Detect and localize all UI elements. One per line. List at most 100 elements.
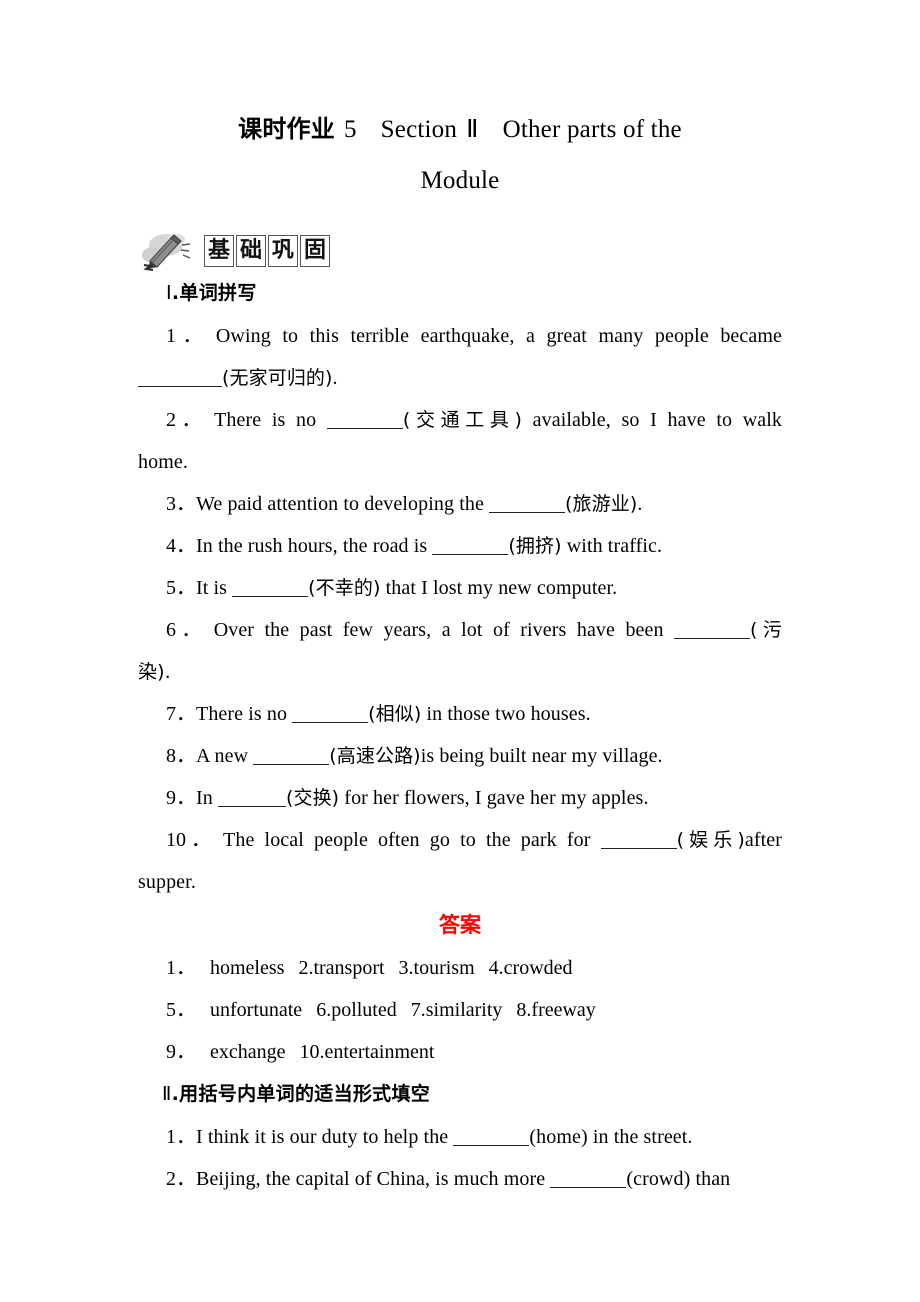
title-subject-line1: Other parts of the xyxy=(502,116,682,143)
answer-blank[interactable] xyxy=(253,750,330,765)
answer-line-1: 1． homeless 2.transport 3.tourism 4.crowded xyxy=(138,947,782,989)
section-1-heading-text: .单词拼写 xyxy=(171,282,257,304)
question-5-tail: that I lost my new computer. xyxy=(380,577,618,599)
question-4-hint: (拥挤) xyxy=(508,535,562,557)
banner-char-2: 础 xyxy=(236,235,266,267)
question-1-text: Owing to this terrible earthquake, a gre… xyxy=(215,325,783,347)
section-1-heading: Ⅰ.单词拼写 xyxy=(138,272,782,315)
answer-1-word: homeless xyxy=(210,957,285,979)
question-8: 8．A new (高速公路)is being built near my vil… xyxy=(138,735,782,777)
answer-2: 2.transport xyxy=(298,957,385,979)
question-2-number: 2． xyxy=(166,409,208,431)
banner-char-4: 固 xyxy=(300,235,330,267)
question-5-hint: (不幸的) xyxy=(308,577,381,599)
question-1-tail: . xyxy=(332,367,338,389)
title-section-numeral: Ⅱ xyxy=(466,116,479,143)
section2-question-2-number: 2． xyxy=(166,1168,196,1190)
answer-blank[interactable] xyxy=(232,582,309,597)
section2-question-1-tail: in the street. xyxy=(587,1126,693,1148)
section2-question-2: 2．Beijing, the capital of China, is much… xyxy=(138,1158,782,1200)
question-2: 2． There is no (交通工具) available, so I hav… xyxy=(138,399,782,441)
question-6: 6． Over the past few years, a lot of rive… xyxy=(138,609,782,651)
question-8-number: 8． xyxy=(166,745,196,767)
answer-5-word: unfortunate xyxy=(210,999,303,1021)
section-2-heading: Ⅱ.用括号内单词的适当形式填空 xyxy=(138,1073,782,1116)
banner-char-1: 基 xyxy=(204,235,234,267)
section2-question-1-number: 1． xyxy=(166,1126,196,1148)
question-4-number: 4． xyxy=(166,535,196,557)
answer-blank[interactable] xyxy=(453,1131,530,1146)
question-7-head: There is no xyxy=(196,703,293,725)
answer-10: 10.entertainment xyxy=(299,1041,435,1063)
question-1-hint: (无家可归的) xyxy=(222,367,333,389)
section2-question-1: 1．I think it is our duty to help the (ho… xyxy=(138,1116,782,1158)
pencil-icon xyxy=(142,234,191,271)
question-5: 5．It is (不幸的) that I lost my new compute… xyxy=(138,567,782,609)
answer-line-2: 5． unfortunate 6.polluted 7.similarity 8.fre… xyxy=(138,989,782,1031)
question-7-number: 7． xyxy=(166,703,196,725)
question-9-head: In xyxy=(196,787,218,809)
answer-blank[interactable] xyxy=(432,540,509,555)
title-section-word: Section xyxy=(380,116,458,143)
question-6-hint: (污 xyxy=(750,619,783,641)
question-8-head: A new xyxy=(196,745,254,767)
answer-blank[interactable] xyxy=(292,708,369,723)
answer-9-word: exchange xyxy=(210,1041,286,1063)
answer-blank[interactable] xyxy=(138,372,222,387)
answer-blank[interactable] xyxy=(217,792,286,807)
answer-6: 6.polluted xyxy=(316,999,397,1021)
question-3-tail: . xyxy=(637,493,643,515)
title-chinese-prefix: 课时作业 xyxy=(238,115,335,143)
question-8-hint: (高速公路) xyxy=(329,745,421,767)
section-2-numeral: Ⅱ xyxy=(162,1084,172,1105)
question-2-hint: (交通工具) xyxy=(402,409,523,431)
answer-line-3: 9． exchange 10.entertainment xyxy=(138,1031,782,1073)
answer-5-number: 5． xyxy=(166,999,196,1021)
section-banner: 基 础 巩 固 xyxy=(138,230,782,272)
question-10-continuation: supper. xyxy=(138,871,196,893)
question-2-tail: available, so I have to walk xyxy=(522,409,782,431)
question-9-number: 9． xyxy=(166,787,196,809)
question-6-number: 6． xyxy=(166,619,207,641)
answer-heading: 答案 xyxy=(439,913,481,937)
answer-blank[interactable] xyxy=(489,498,566,513)
question-3-number: 3． xyxy=(166,493,196,515)
answer-8: 8.freeway xyxy=(516,999,596,1021)
page-title: 课时作业 5 Section Ⅱ Other parts of the Module xyxy=(138,0,782,206)
answer-3: 3.tourism xyxy=(398,957,475,979)
question-4: 4．In the rush hours, the road is (拥挤) wi… xyxy=(138,525,782,567)
question-4-tail: with traffic. xyxy=(561,535,663,557)
worksheet-page: 课时作业 5 Section Ⅱ Other parts of the Module 基… xyxy=(138,0,782,1302)
question-1-number: 1． xyxy=(166,325,209,347)
title-subject-line2: Module xyxy=(420,167,500,194)
question-9: 9．In (交换) for her flowers, I gave her my… xyxy=(138,777,782,819)
banner-char-3: 巩 xyxy=(268,235,298,267)
question-5-number: 5． xyxy=(166,577,196,599)
section2-question-2-hint: (crowd) xyxy=(626,1168,691,1190)
question-9-tail: for her flowers, I gave her my apples. xyxy=(339,787,649,809)
question-10-tail: after xyxy=(744,829,782,851)
banner-character-boxes: 基 础 巩 固 xyxy=(204,235,330,267)
section2-question-1-head: I think it is our duty to help the xyxy=(196,1126,454,1148)
answer-blank[interactable] xyxy=(326,414,403,429)
question-6-continuation-text: 染). xyxy=(138,661,171,683)
section-2-heading-text: .用括号内单词的适当形式填空 xyxy=(171,1083,431,1105)
question-6-continuation: 染). xyxy=(138,651,782,693)
question-7-tail: in those two houses. xyxy=(421,703,591,725)
section2-question-2-head: Beijing, the capital of China, is much m… xyxy=(196,1168,551,1190)
question-9-hint: (交换) xyxy=(285,787,340,809)
section2-question-2-tail: than xyxy=(690,1168,731,1190)
question-8-tail: is being built near my village. xyxy=(420,745,663,767)
question-4-head: In the rush hours, the road is xyxy=(196,535,433,557)
question-7-hint: (相似) xyxy=(368,703,422,725)
question-2-head: There is no xyxy=(214,409,327,431)
question-1: 1． Owing to this terrible earthquake, a g… xyxy=(138,315,782,357)
answer-4: 4.crowded xyxy=(488,957,573,979)
question-10-number: 10． xyxy=(166,829,217,851)
question-10: 10． The local people often go to the park… xyxy=(138,819,782,861)
answer-blank[interactable] xyxy=(600,834,677,849)
question-3-head: We paid attention to developing the xyxy=(196,493,490,515)
question-1-continuation: (无家可归的). xyxy=(138,357,782,399)
answer-blank[interactable] xyxy=(674,624,751,639)
answer-blank[interactable] xyxy=(550,1173,627,1188)
